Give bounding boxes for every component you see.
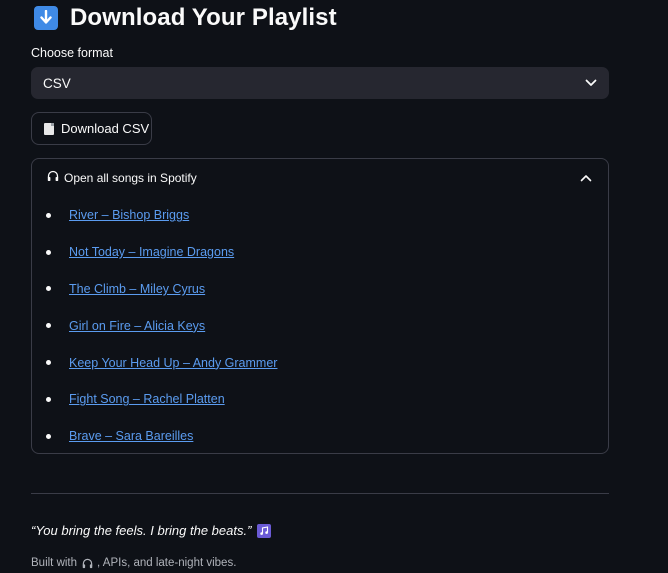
footer-prefix: Built with — [31, 557, 78, 569]
song-link[interactable]: River – Bishop Briggs — [69, 208, 189, 222]
bullet — [46, 212, 51, 218]
bullet — [46, 396, 51, 402]
song-list: River – Bishop Briggs Not Today – Imagin… — [32, 197, 608, 455]
bullet — [46, 433, 51, 439]
list-item: Keep Your Head Up – Andy Grammer — [46, 344, 608, 381]
song-link[interactable]: The Climb – Miley Cyrus — [69, 282, 205, 296]
chevron-up-icon — [580, 169, 592, 187]
song-link[interactable]: Fight Song – Rachel Platten — [69, 392, 225, 406]
headphones-icon — [82, 558, 93, 569]
download-csv-button[interactable]: Download CSV — [31, 112, 152, 145]
bullet — [46, 323, 51, 329]
quote-text: “You bring the feels. I bring the beats.… — [31, 523, 252, 538]
list-item: Brave – Sara Bareilles — [46, 418, 608, 455]
format-select[interactable]: CSV — [31, 67, 609, 99]
spotify-expander: Open all songs in Spotify River – Bishop… — [31, 158, 609, 454]
format-select-value: CSV — [43, 75, 71, 91]
song-link[interactable]: Girl on Fire – Alicia Keys — [69, 319, 205, 333]
bullet — [46, 360, 51, 366]
main-content: Download Your Playlist Choose format CSV… — [31, 0, 609, 454]
bullet — [46, 249, 51, 255]
music-note-icon — [257, 523, 272, 538]
divider — [31, 493, 609, 494]
headphones-icon — [47, 169, 59, 187]
page-title: Download Your Playlist — [70, 4, 337, 31]
bullet — [46, 286, 51, 292]
list-item: The Climb – Miley Cyrus — [46, 271, 608, 308]
page-icon — [44, 122, 54, 135]
chevron-down-icon — [585, 74, 597, 92]
down-arrow-icon — [34, 6, 58, 30]
footer-suffix: , APIs, and late-night vibes. — [97, 557, 237, 569]
expander-header[interactable]: Open all songs in Spotify — [32, 159, 608, 197]
list-item: Girl on Fire – Alicia Keys — [46, 307, 608, 344]
list-item: Not Today – Imagine Dragons — [46, 234, 608, 271]
list-item: Fight Song – Rachel Platten — [46, 381, 608, 418]
song-link[interactable]: Not Today – Imagine Dragons — [69, 245, 234, 259]
list-item: River – Bishop Briggs — [46, 197, 608, 234]
format-label: Choose format — [31, 46, 113, 60]
song-link[interactable]: Brave – Sara Bareilles — [69, 429, 193, 443]
footer: Built with , APIs, and late-night vibes. — [31, 557, 236, 569]
page-header: Download Your Playlist — [31, 1, 609, 35]
expander-title: Open all songs in Spotify — [64, 171, 197, 185]
song-link[interactable]: Keep Your Head Up – Andy Grammer — [69, 356, 277, 370]
download-csv-label: Download CSV — [61, 121, 150, 136]
quote: “You bring the feels. I bring the beats.… — [31, 523, 272, 538]
